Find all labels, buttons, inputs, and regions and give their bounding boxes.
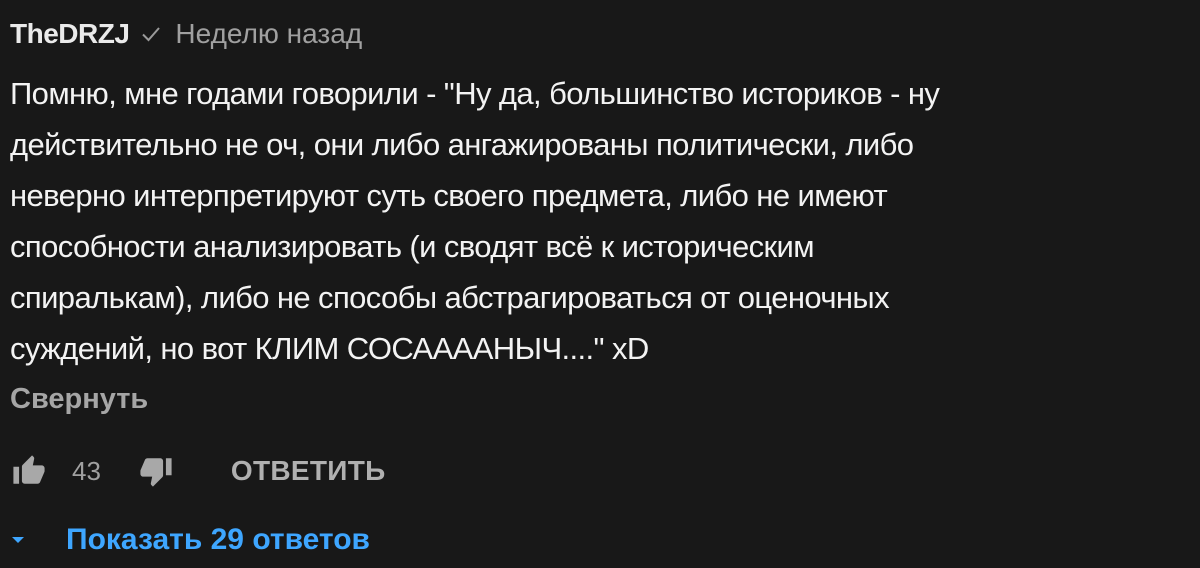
comment-text: Помню, мне годами говорили - "Ну да, бол… <box>10 76 940 366</box>
caret-down-icon <box>12 537 24 543</box>
like-count: 43 <box>72 455 101 486</box>
show-replies-label: Показать 29 ответов <box>66 523 370 556</box>
comment-timestamp[interactable]: Неделю назад <box>175 18 362 50</box>
comment-actions: 43 ОТВЕТИТЬ <box>10 446 386 496</box>
comment-header: TheDRZJ Неделю назад <box>10 16 362 52</box>
comment-author[interactable]: TheDRZJ <box>10 18 130 50</box>
collapse-button[interactable]: Свернуть <box>10 383 148 416</box>
thumbs-up-icon <box>13 455 45 484</box>
reply-button[interactable]: ОТВЕТИТЬ <box>231 455 386 487</box>
like-button[interactable] <box>10 452 48 490</box>
show-replies-button[interactable]: Показать 29 ответов <box>10 518 370 562</box>
comment-thread: TheDRZJ Неделю назад Помню, мне годами г… <box>10 0 1190 568</box>
check-icon <box>142 27 161 42</box>
dislike-button[interactable] <box>137 452 175 490</box>
thumbs-down-icon <box>140 458 172 487</box>
